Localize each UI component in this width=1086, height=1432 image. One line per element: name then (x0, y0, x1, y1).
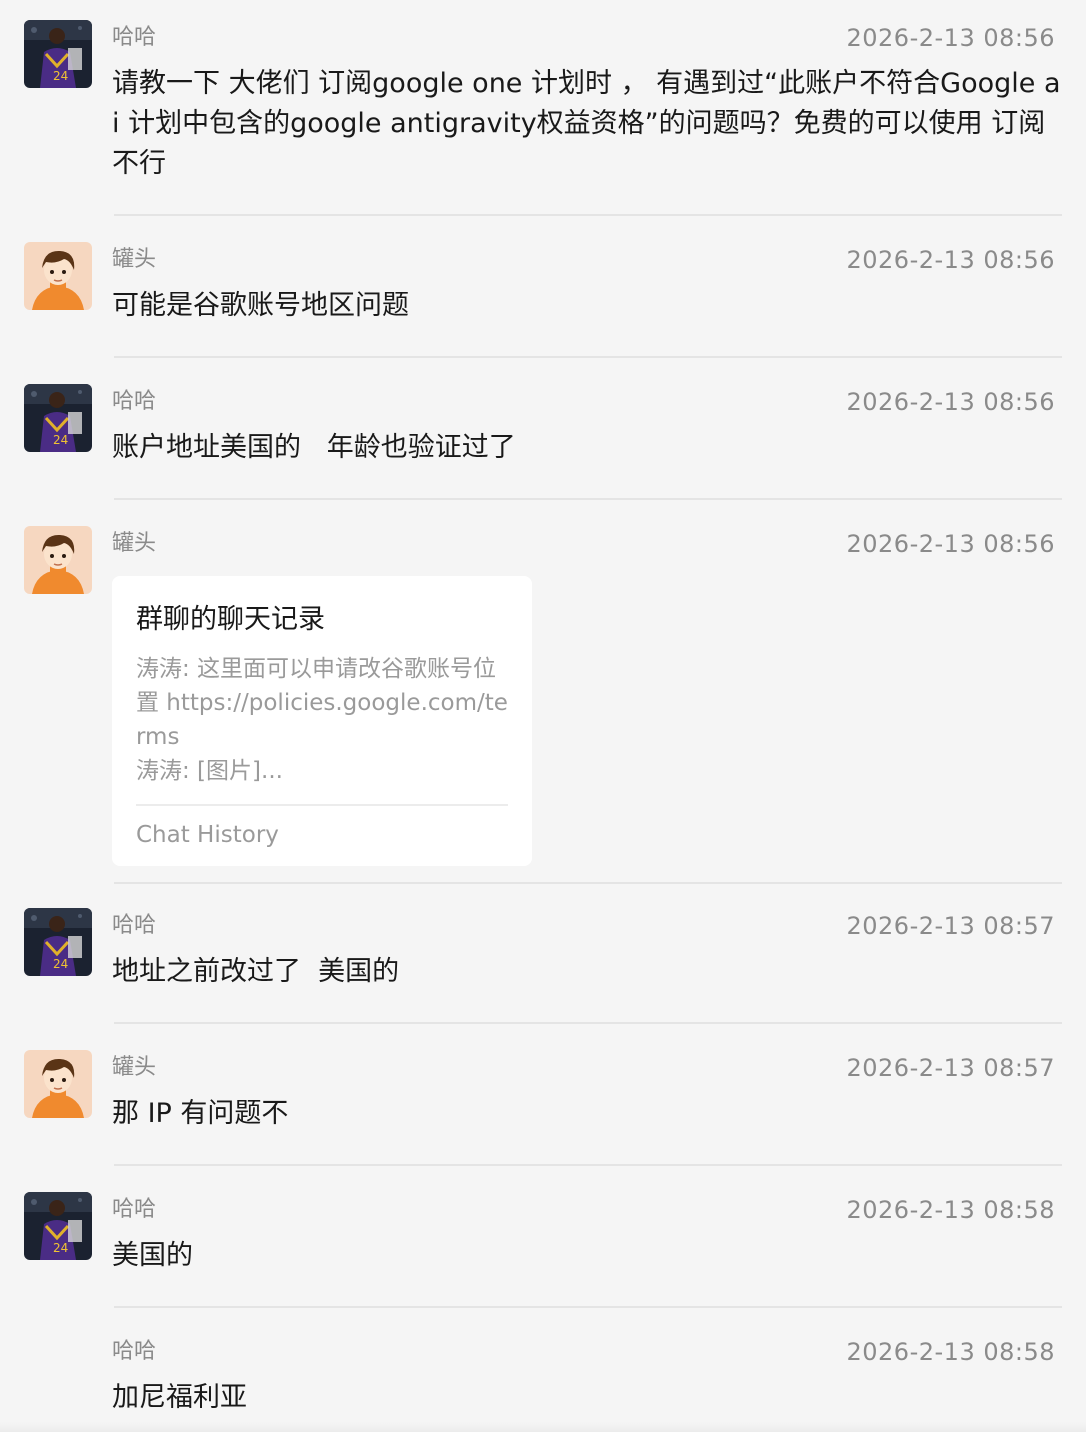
message-text: 那 IP 有问题不 (112, 1098, 289, 1129)
message-timestamp: 2026-2-13 08:56 (846, 246, 1055, 274)
message-divider (114, 1306, 1062, 1308)
sender-name: 哈哈 (112, 389, 157, 414)
card-footer-label: Chat History (136, 822, 279, 848)
message-text: 账户地址美国的 年龄也验证过了 (112, 432, 516, 463)
sender-name: 哈哈 (112, 913, 157, 938)
cartoon-boy-avatar (24, 242, 92, 310)
chat-history-list[interactable]: 24 哈哈 2026-2-13 08:56 请教一下 大佬们 订阅google … (0, 0, 1086, 1432)
sender-name: 罐头 (112, 1055, 157, 1080)
message-item[interactable]: 罐头 2026-2-13 08:56 可能是谷歌账号地区问题 (0, 222, 1086, 358)
message-divider (114, 1164, 1062, 1166)
message-divider (114, 882, 1062, 884)
message-item[interactable]: 哈哈 2026-2-13 08:58 加尼福利亚 (0, 1314, 1086, 1432)
message-timestamp: 2026-2-13 08:58 (846, 1196, 1055, 1224)
message-item[interactable]: 24 哈哈 2026-2-13 08:56 请教一下 大佬们 订阅google … (0, 0, 1086, 216)
sender-name: 罐头 (112, 531, 157, 556)
message-timestamp: 2026-2-13 08:56 (846, 24, 1055, 52)
cartoon-boy-avatar (24, 1050, 92, 1118)
cartoon-boy-avatar (24, 526, 92, 594)
sender-name: 哈哈 (112, 25, 157, 50)
avatar[interactable]: 24 (24, 908, 92, 976)
message-divider (114, 498, 1062, 500)
message-text: 加尼福利亚 (112, 1382, 247, 1413)
svg-text:24: 24 (53, 1241, 68, 1255)
message-item[interactable]: 24 哈哈 2026-2-13 08:57 地址之前改过了 美国的 (0, 888, 1086, 1024)
sender-name: 哈哈 (112, 1197, 157, 1222)
message-timestamp: 2026-2-13 08:56 (846, 388, 1055, 416)
message-item[interactable]: 罐头 2026-2-13 08:56 群聊的聊天记录 涛涛: 这里面可以申请改谷… (0, 506, 1086, 884)
avatar[interactable]: 24 (24, 20, 92, 88)
svg-text:24: 24 (53, 957, 68, 971)
svg-text:24: 24 (53, 69, 68, 83)
sender-name: 哈哈 (112, 1339, 157, 1364)
message-timestamp: 2026-2-13 08:58 (846, 1338, 1055, 1366)
message-divider (114, 214, 1062, 216)
message-divider (114, 1022, 1062, 1024)
sender-name: 罐头 (112, 247, 157, 272)
message-divider (114, 356, 1062, 358)
message-text: 地址之前改过了 美国的 (112, 956, 400, 987)
avatar[interactable] (24, 526, 92, 594)
kobe-jersey-avatar: 24 (24, 908, 92, 976)
card-title: 群聊的聊天记录 (136, 604, 325, 635)
avatar[interactable] (24, 1050, 92, 1118)
message-item[interactable]: 24 哈哈 2026-2-13 08:58 美国的 (0, 1172, 1086, 1308)
message-text: 美国的 (112, 1240, 193, 1271)
message-timestamp: 2026-2-13 08:57 (846, 912, 1055, 940)
card-preview-line: 涛涛: 这里面可以申请改谷歌账号位置 https://policies.goog… (136, 656, 508, 750)
card-preview: 涛涛: 这里面可以申请改谷歌账号位置 https://policies.goog… (136, 652, 508, 788)
kobe-jersey-avatar: 24 (24, 20, 92, 88)
avatar[interactable]: 24 (24, 1192, 92, 1260)
kobe-jersey-avatar: 24 (24, 1192, 92, 1260)
message-item[interactable]: 罐头 2026-2-13 08:57 那 IP 有问题不 (0, 1030, 1086, 1166)
message-item[interactable]: 24 哈哈 2026-2-13 08:56 账户地址美国的 年龄也验证过了 (0, 364, 1086, 500)
card-preview-line: 涛涛: [图片]... (136, 758, 283, 784)
message-timestamp: 2026-2-13 08:57 (846, 1054, 1055, 1082)
message-timestamp: 2026-2-13 08:56 (846, 530, 1055, 558)
avatar[interactable] (24, 242, 92, 310)
avatar[interactable]: 24 (24, 384, 92, 452)
message-text: 可能是谷歌账号地区问题 (112, 290, 409, 321)
card-divider (136, 804, 508, 806)
chat-history-card[interactable]: 群聊的聊天记录 涛涛: 这里面可以申请改谷歌账号位置 https://polic… (112, 576, 532, 866)
scroll-edge-shadow (0, 1422, 1086, 1432)
svg-text:24: 24 (53, 433, 68, 447)
kobe-jersey-avatar: 24 (24, 384, 92, 452)
message-text: 请教一下 大佬们 订阅google one 计划时 ， 有遇到过“此账户不符合G… (112, 68, 1061, 179)
